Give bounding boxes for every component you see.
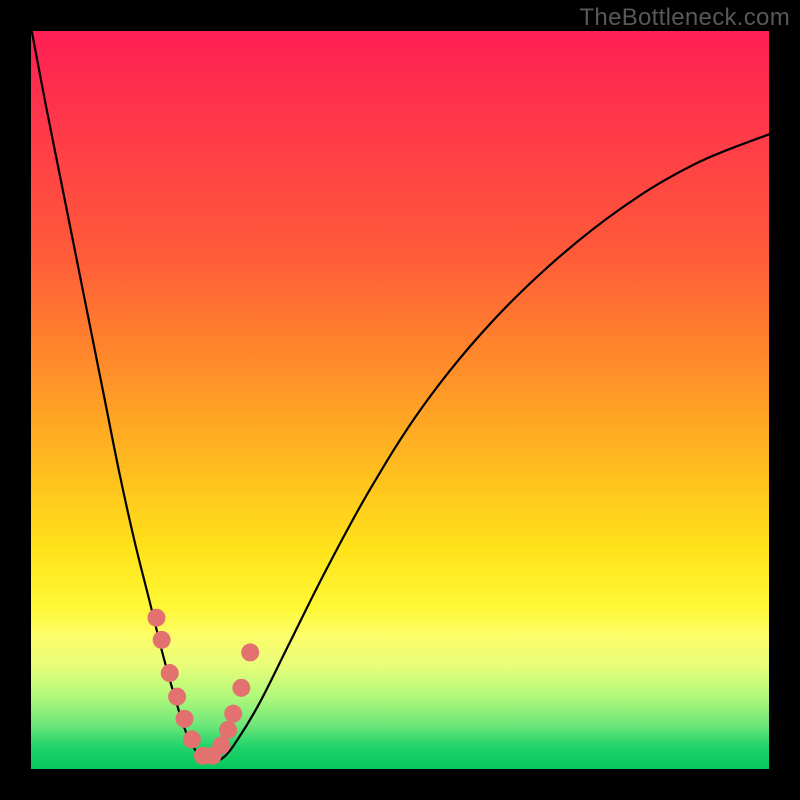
curve-svg [31,31,769,769]
curve-marker [219,721,237,739]
curve-marker [153,631,171,649]
curve-marker [232,679,250,697]
bottleneck-curve [32,31,769,762]
chart-frame: TheBottleneck.com [0,0,800,800]
curve-marker [168,688,186,706]
curve-marker [224,705,242,723]
curve-marker [176,710,194,728]
curve-marker [161,664,179,682]
watermark-text: TheBottleneck.com [579,4,790,32]
curve-marker [212,736,230,754]
plot-area [31,31,769,769]
curve-marker [147,609,165,627]
curve-marker [183,730,201,748]
marker-group [147,609,259,765]
curve-marker [241,643,259,661]
